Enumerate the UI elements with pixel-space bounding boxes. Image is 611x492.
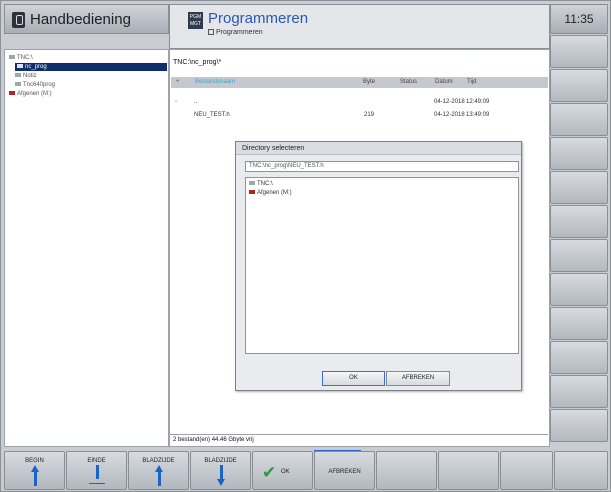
dialog-node-tnc[interactable]: TNC:\ <box>249 180 273 188</box>
end-line-icon <box>88 483 105 484</box>
file-name: .. <box>194 99 198 105</box>
column-time[interactable]: Tijd <box>467 77 476 88</box>
tree-item-label: TNC:\ <box>17 55 33 61</box>
subtitle-text: Programmeren <box>216 29 263 36</box>
vertical-softkey-7[interactable] <box>550 239 608 272</box>
operating-mode-header[interactable]: Handbediening <box>4 4 169 34</box>
folder-icon <box>249 181 255 185</box>
pgm-mgt-icon: PGM MGT <box>188 12 203 29</box>
arrow-shaft <box>95 465 99 479</box>
folder-icon <box>17 64 23 68</box>
programming-mode-subtitle: Programmeren <box>208 29 263 36</box>
select-directory-dialog[interactable]: Directory selecteren TNC:\nc_prog\NEU_TE… <box>235 141 522 391</box>
network-drive-icon <box>249 190 255 194</box>
vertical-softkey-10[interactable] <box>550 341 608 374</box>
vertical-softkey-2[interactable] <box>550 69 608 102</box>
folder-icon <box>15 73 21 77</box>
softkey-label: OK <box>281 469 290 475</box>
file-time: 13:49:09 <box>466 112 490 118</box>
clock: 11:35 <box>550 4 608 34</box>
current-path: TNC:\nc_prog\* <box>173 59 222 66</box>
softkey-label: AFBREKEN <box>328 469 361 475</box>
edit-icon <box>208 29 214 35</box>
sort-icon: ÷ <box>176 79 180 85</box>
check-icon: ✔ <box>262 463 277 482</box>
file-name: NEU_TEST.h <box>194 112 230 118</box>
vertical-softkey-8[interactable] <box>550 273 608 306</box>
column-size[interactable]: Byte <box>363 77 375 88</box>
tree-item-label: Tnc640prog <box>23 82 56 88</box>
softkey-10[interactable] <box>554 451 608 490</box>
dialog-node-label: TNC:\ <box>257 181 273 187</box>
dialog-node-afgenen[interactable]: Afgenen (M:) <box>249 189 292 197</box>
file-row[interactable]: ◦ .. 04-12-2018 12:49:09 <box>170 97 548 107</box>
tree-item-notiz[interactable]: Notiz <box>15 72 37 80</box>
tree-item-afgenen[interactable]: Afgenen (M:) <box>9 90 52 98</box>
file-date: 04-12-2018 <box>434 99 465 105</box>
arrow-shaft <box>219 465 223 479</box>
vertical-softkey-11[interactable] <box>550 375 608 408</box>
dialog-cancel-button[interactable]: AFBREKEN <box>386 371 450 386</box>
programming-mode-header[interactable]: PGM MGT Programmeren Programmeren <box>169 4 550 49</box>
vertical-softkey-6[interactable] <box>550 205 608 238</box>
cancel-softkey[interactable]: AFBREKEN <box>314 451 375 490</box>
folder-icon <box>15 82 21 86</box>
page-down-softkey[interactable]: BLADZIJDE <box>190 451 251 490</box>
softkey-label: BLADZIJDE <box>204 458 237 464</box>
vertical-softkey-3[interactable] <box>550 103 608 136</box>
operating-mode-title: Handbediening <box>30 11 131 28</box>
arrow-shaft <box>157 472 161 486</box>
tree-item-tnc[interactable]: TNC:\ <box>9 54 33 62</box>
column-name[interactable]: Bestandsnaam <box>195 77 235 88</box>
folder-icon <box>9 55 15 59</box>
tree-item-label: Notiz <box>23 73 37 79</box>
arrow-up-icon <box>30 465 39 472</box>
dialog-ok-button[interactable]: OK <box>322 371 385 386</box>
programming-mode-title: Programmeren <box>208 10 309 27</box>
horizontal-softkey-bar: BEGIN EINDE BLADZIJDE BLADZIJDE ✔ OK AFB… <box>4 451 608 490</box>
network-drive-icon <box>9 91 15 95</box>
vertical-softkey-5[interactable] <box>550 171 608 204</box>
end-softkey[interactable]: EINDE <box>66 451 127 490</box>
vertical-softkey-1[interactable] <box>550 35 608 68</box>
file-status-bar: 2 bestand(en) 44.46 Gbyte vrij <box>170 434 548 446</box>
dialog-node-label: Afgenen (M:) <box>257 190 292 196</box>
file-time: 12:49:09 <box>466 99 490 105</box>
file-list-header: ÷ Bestandsnaam Byte Status Datum Tijd <box>171 77 548 88</box>
softkey-8[interactable] <box>438 451 499 490</box>
dialog-path-input[interactable]: TNC:\nc_prog\NEU_TEST.h <box>245 161 519 172</box>
softkey-7[interactable] <box>376 451 437 490</box>
tree-item-tnc640prog[interactable]: Tnc640prog <box>15 81 55 89</box>
file-size: 219 <box>364 112 375 118</box>
vertical-softkey-12[interactable] <box>550 409 608 442</box>
folder-up-icon: ◦ <box>175 99 178 105</box>
column-date[interactable]: Datum <box>435 77 453 88</box>
arrow-shaft <box>33 472 37 486</box>
directory-tree[interactable]: TNC:\ nc_prog Notiz Tnc640prog Afgenen (… <box>4 49 169 447</box>
softkey-label: BEGIN <box>25 458 44 464</box>
arrow-up-icon <box>154 465 163 472</box>
softkey-label: BLADZIJDE <box>142 458 175 464</box>
tree-item-nc-prog[interactable]: nc_prog <box>15 63 167 71</box>
file-date: 04-12-2018 <box>434 112 465 118</box>
begin-softkey[interactable]: BEGIN <box>4 451 65 490</box>
hand-mode-icon <box>12 12 25 28</box>
softkey-label: EINDE <box>87 458 106 464</box>
dialog-title: Directory selecteren <box>236 142 521 155</box>
softkey-9[interactable] <box>500 451 553 490</box>
vertical-softkey-9[interactable] <box>550 307 608 340</box>
page-up-softkey[interactable]: BLADZIJDE <box>128 451 189 490</box>
vertical-softkey-bar <box>550 35 608 447</box>
arrow-down-icon <box>216 479 225 486</box>
ok-softkey[interactable]: ✔ OK <box>252 451 313 490</box>
file-row[interactable]: NEU_TEST.h 219 04-12-2018 13:49:09 <box>170 110 548 120</box>
tree-item-label: Afgenen (M:) <box>17 91 52 97</box>
tree-item-label: nc_prog <box>25 64 47 70</box>
vertical-softkey-4[interactable] <box>550 137 608 170</box>
column-status[interactable]: Status <box>400 77 417 88</box>
machine-screen: Handbediening PGM MGT Programmeren Progr… <box>0 0 611 492</box>
dialog-directory-tree[interactable]: TNC:\ Afgenen (M:) <box>245 177 519 354</box>
